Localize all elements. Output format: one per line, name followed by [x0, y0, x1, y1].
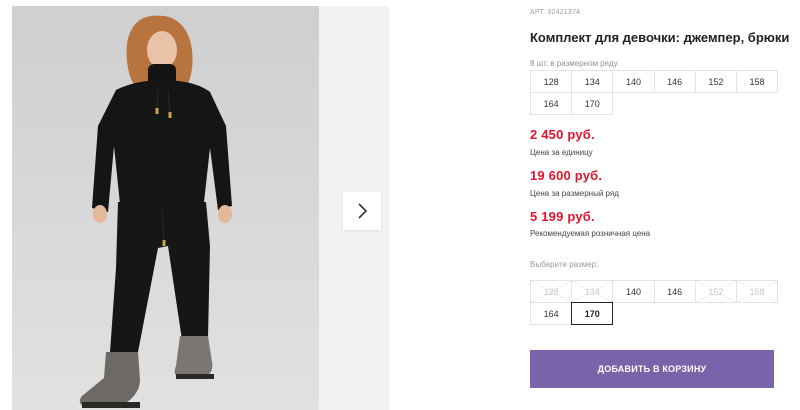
size-range-cell: 146 [653, 70, 696, 93]
size-option[interactable]: 140 [612, 280, 655, 303]
size-option-selected[interactable]: 170 [571, 302, 614, 325]
unavailable-cross-icon [695, 281, 736, 302]
size-range-cell: 170 [571, 92, 614, 115]
size-option-unavailable: 134 [571, 280, 614, 303]
article-number: АРТ. 32421374 [530, 9, 581, 16]
size-option[interactable]: 164 [530, 302, 573, 325]
chevron-right-icon [358, 203, 368, 219]
product-title: Комплект для девочки: джемпер, брюки [530, 30, 790, 45]
range-price: 19 600 руб. [530, 168, 603, 183]
size-range-cell: 164 [530, 92, 573, 115]
retail-price: 5 199 руб. [530, 209, 595, 224]
size-range-cell: 134 [571, 70, 614, 93]
range-price-label: Цена за размерный ряд [530, 189, 619, 198]
choose-size-label: Выберите размер: [530, 260, 599, 269]
add-to-cart-button[interactable]: ДОБАВИТЬ В КОРЗИНУ [530, 350, 774, 388]
unit-price-label: Цена за единицу [530, 148, 593, 157]
size-option[interactable]: 146 [653, 280, 696, 303]
product-info-panel: АРТ. 32421374 Комплект для девочки: джем… [530, 0, 789, 410]
size-option-unavailable: 128 [530, 280, 573, 303]
size-selector: 128 134 140 146 152 158 164 170 [530, 280, 779, 325]
size-range-cell: 152 [694, 70, 737, 93]
size-range-cell: 128 [530, 70, 573, 93]
retail-price-label: Рекомендуемая розничная цена [530, 229, 651, 238]
product-gallery [12, 6, 389, 410]
size-range-cell: 140 [612, 70, 655, 93]
size-option-unavailable: 152 [694, 280, 737, 303]
size-range-grid: 128 134 140 146 152 158 164 170 [530, 70, 779, 115]
size-option-unavailable: 158 [735, 280, 779, 303]
unit-price: 2 450 руб. [530, 127, 595, 142]
unavailable-cross-icon [572, 281, 613, 302]
size-range-cell: 158 [735, 70, 779, 93]
model-illustration [79, 15, 232, 408]
product-photo[interactable] [12, 6, 319, 410]
unavailable-cross-icon [736, 281, 778, 302]
unavailable-cross-icon [531, 281, 572, 302]
size-range-label: 8 шт. в размерном ряду [530, 59, 618, 68]
next-photo-button[interactable] [343, 192, 381, 230]
